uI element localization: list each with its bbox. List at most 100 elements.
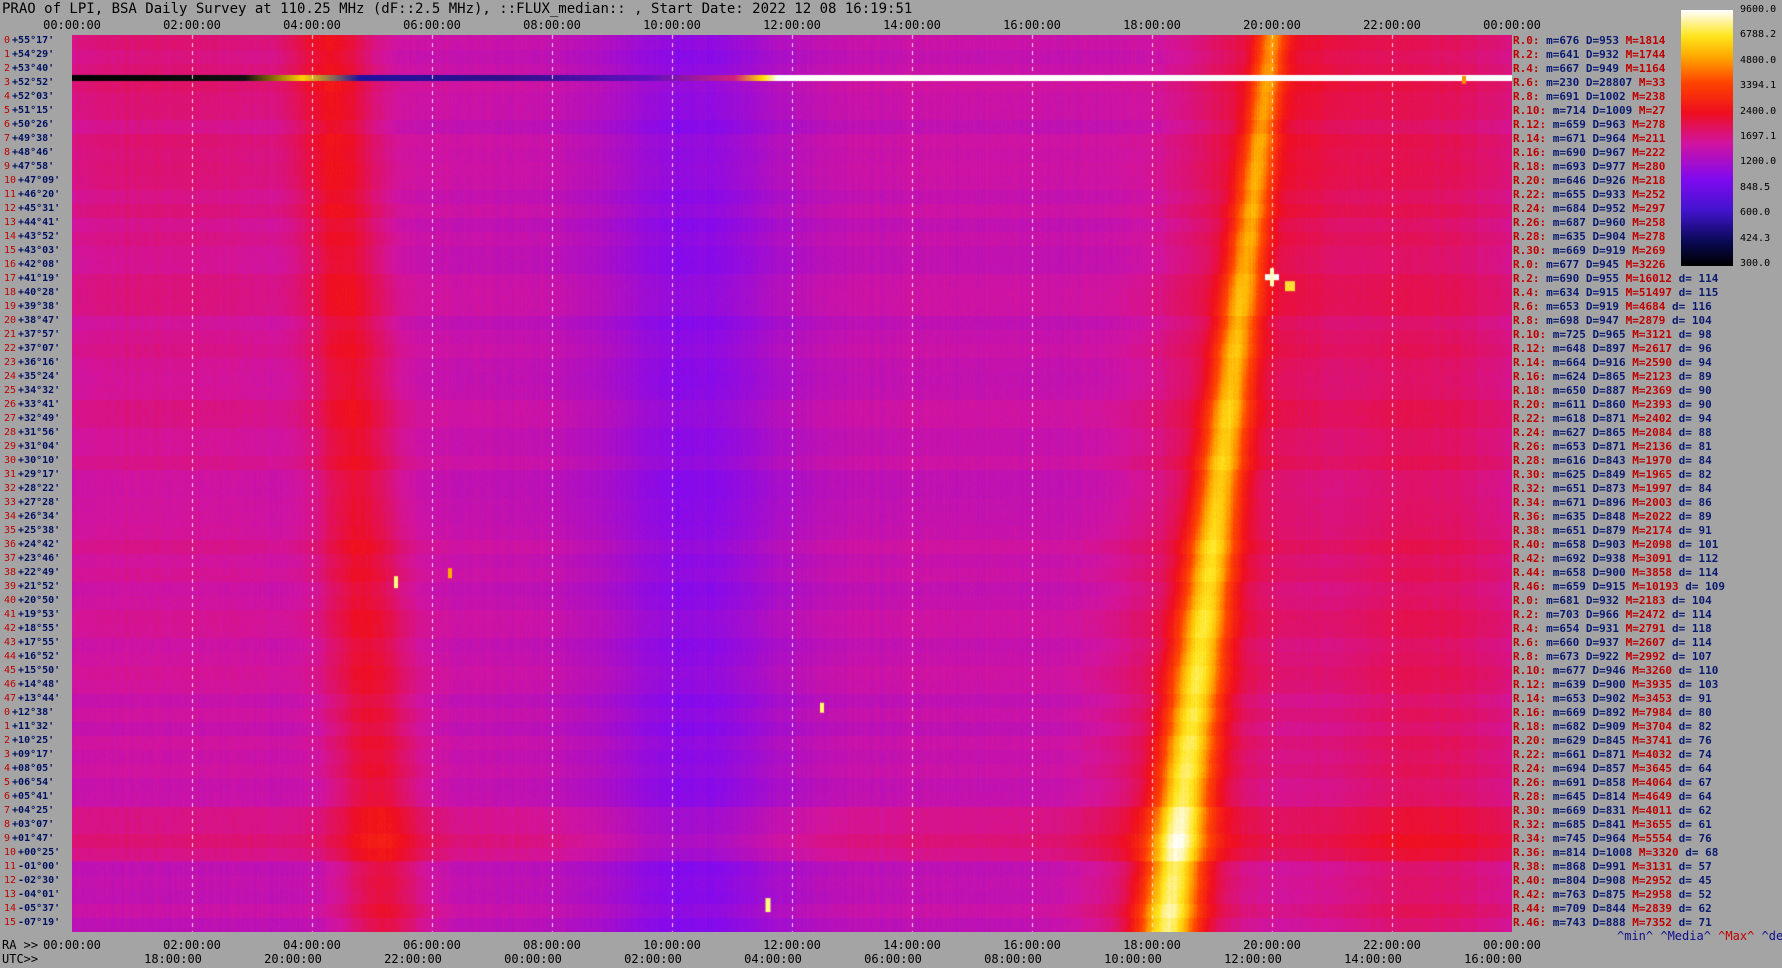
- row-stat: R.0: m=677 D=945 M=3226: [1513, 259, 1665, 271]
- stat-max: M=2098: [1625, 538, 1672, 551]
- stat-min: m=654: [1539, 622, 1580, 635]
- stat-median: D=916: [1585, 356, 1626, 369]
- declination-label: 10 +00°25': [4, 847, 60, 859]
- stat-min: m=641: [1539, 48, 1580, 61]
- declination-label: 30 +30°10': [4, 455, 60, 467]
- stat-max: M=2183: [1619, 594, 1666, 607]
- row-index: 15: [4, 245, 17, 256]
- stat-min: m=635: [1546, 510, 1586, 523]
- stat-median: D=964: [1585, 832, 1626, 845]
- stat-dev: d= 62: [1671, 902, 1712, 915]
- stat-median: D=937: [1579, 636, 1619, 649]
- declination-value: +45°31': [18, 203, 61, 214]
- row-stat: R.30: m=669 D=831 M=4011 d= 62: [1513, 805, 1712, 817]
- row-stat: R.14: m=664 D=916 M=2590 d= 94: [1513, 357, 1712, 369]
- stat-label: R.28:: [1513, 454, 1547, 467]
- declination-label: 8 +48°46': [4, 147, 54, 159]
- row-index: 11: [4, 189, 17, 200]
- top-tick-label: 12:00:00: [763, 18, 821, 32]
- stat-dev: d= 90: [1671, 384, 1712, 397]
- stat-max: M=1744: [1619, 48, 1666, 61]
- row-stat: R.44: m=658 D=900 M=3858 d= 114: [1513, 567, 1718, 579]
- stat-max: M=278: [1625, 118, 1666, 131]
- stat-dev: d= 91: [1671, 524, 1712, 537]
- colorbar-tick-label: 2400.0: [1740, 105, 1777, 117]
- stat-max: M=4032: [1625, 748, 1672, 761]
- footer-min: ^min^: [1617, 929, 1654, 943]
- ra-tick-label: 04:00:00: [283, 938, 341, 952]
- declination-label: 14 +43°52': [4, 231, 60, 243]
- row-stat: R.16: m=624 D=865 M=2123 d= 89: [1513, 371, 1712, 383]
- declination-label: 1 +11°32': [4, 721, 54, 733]
- row-index: 44: [4, 651, 17, 662]
- declination-label: 22 +37°07': [4, 343, 60, 355]
- stat-dev: d= 71: [1671, 916, 1712, 929]
- stat-median: D=946: [1585, 664, 1626, 677]
- declination-label: 29 +31°04': [4, 441, 60, 453]
- row-index: 3: [4, 749, 11, 760]
- row-index: 7: [4, 133, 11, 144]
- stat-max: M=297: [1625, 202, 1666, 215]
- declination-value: +24°42': [18, 539, 61, 550]
- stat-max: M=1814: [1619, 34, 1666, 47]
- stat-median: D=902: [1585, 692, 1626, 705]
- stat-dev: d= 84: [1671, 482, 1712, 495]
- declination-value: +18°55': [18, 623, 61, 634]
- stat-median: D=896: [1585, 496, 1626, 509]
- ra-tick-label: 22:00:00: [1363, 938, 1421, 952]
- stat-max: M=2590: [1625, 356, 1672, 369]
- row-stat: R.0: m=676 D=953 M=1814: [1513, 35, 1665, 47]
- declination-label: 12 +45°31': [4, 203, 60, 215]
- stat-max: M=7352: [1625, 916, 1672, 929]
- stat-label: R.42:: [1513, 888, 1547, 901]
- stat-label: R.34:: [1513, 832, 1547, 845]
- declination-label: 17 +41°19': [4, 273, 60, 285]
- stat-median: D=871: [1585, 748, 1626, 761]
- declination-value: -01°00': [18, 861, 61, 872]
- stat-min: m=677: [1539, 258, 1580, 271]
- declination-value: +03°07': [12, 819, 55, 830]
- row-stat: R.36: m=814 D=1008 M=3320 d= 68: [1513, 847, 1718, 859]
- row-index: 12: [4, 875, 17, 886]
- declination-label: 23 +36°16': [4, 357, 60, 369]
- stat-max: M=4064: [1625, 776, 1672, 789]
- row-stat: R.6: m=230 D=28807 M=33: [1513, 77, 1665, 89]
- stat-dev: d= 52: [1671, 888, 1712, 901]
- stat-max: M=1970: [1625, 454, 1672, 467]
- row-index: 26: [4, 399, 17, 410]
- row-index: 10: [4, 175, 17, 186]
- stat-max: M=2879: [1619, 314, 1666, 327]
- stat-label: R.34:: [1513, 496, 1547, 509]
- stat-label: R.20:: [1513, 174, 1547, 187]
- stat-min: m=650: [1546, 384, 1586, 397]
- stat-min: m=673: [1539, 650, 1580, 663]
- stat-max: M=280: [1625, 160, 1666, 173]
- declination-value: +00°25': [18, 847, 61, 858]
- declination-value: -07°19': [18, 917, 61, 928]
- utc-tick-label: 16:00:00: [1464, 952, 1522, 966]
- stat-median: D=963: [1585, 118, 1626, 131]
- colorbar-tick-label: 9600.0: [1740, 4, 1777, 15]
- utc-tick-label: 18:00:00: [144, 952, 202, 966]
- stat-max: M=51497: [1619, 286, 1672, 299]
- row-stat: R.4: m=667 D=949 M=1164: [1513, 63, 1665, 75]
- stat-label: R.4:: [1513, 62, 1540, 75]
- stat-max: M=3121: [1625, 328, 1672, 341]
- row-stat: R.32: m=685 D=841 M=3655 d= 61: [1513, 819, 1712, 831]
- stat-dev: d= 82: [1671, 720, 1712, 733]
- stat-label: R.28:: [1513, 790, 1547, 803]
- row-index: 42: [4, 623, 17, 634]
- declination-value: +21°52': [18, 581, 61, 592]
- stat-label: R.22:: [1513, 412, 1547, 425]
- declination-value: +28°22': [18, 483, 61, 494]
- stat-min: m=690: [1539, 272, 1580, 285]
- declination-value: +44°41': [18, 217, 61, 228]
- stat-median: D=1008: [1585, 846, 1633, 859]
- stat-label: R.22:: [1513, 748, 1547, 761]
- stat-min: m=616: [1546, 454, 1586, 467]
- row-stat: R.20: m=611 D=860 M=2393 d= 90: [1513, 399, 1712, 411]
- stat-min: m=694: [1546, 762, 1586, 775]
- ra-tick-label: 00:00:00: [1483, 938, 1541, 952]
- stat-median: D=1009: [1585, 104, 1633, 117]
- stat-median: D=857: [1585, 762, 1626, 775]
